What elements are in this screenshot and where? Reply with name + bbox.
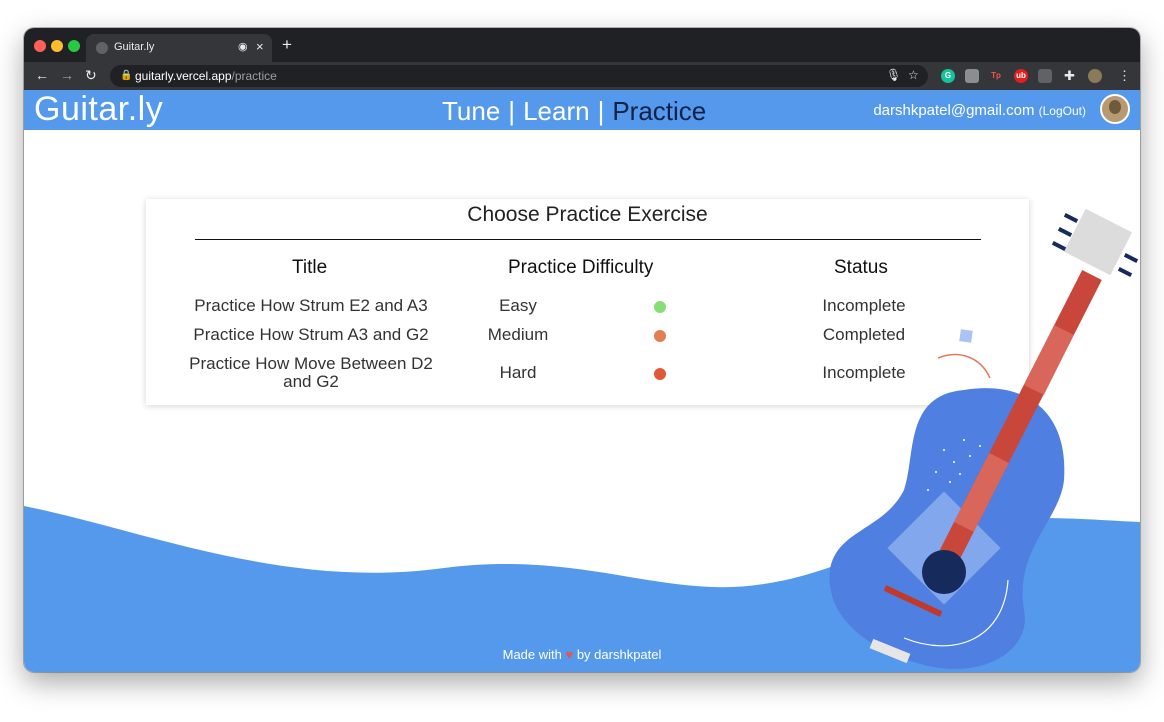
forward-icon[interactable]: → — [60, 67, 74, 83]
page-content: Guitar.ly Tune | Learn | Practice darshkpate… — [24, 90, 1140, 672]
footer-suffix: by darshkpatel — [576, 647, 662, 662]
lock-icon: 🔒 — [120, 70, 133, 81]
new-tab-button[interactable]: + — [282, 36, 292, 53]
bookmark-star-icon[interactable]: ☆ — [908, 68, 919, 82]
extension-box-icon[interactable] — [965, 69, 979, 83]
tab-bar: Guitar.ly ◉ × + — [24, 28, 1140, 62]
extension-copy-icon[interactable] — [1038, 69, 1052, 83]
grammarly-icon[interactable]: G — [941, 69, 955, 83]
address-bar[interactable]: 🔒 guitarly.vercel.app/practice 🎙 ☆ — [110, 65, 928, 87]
zoom-window-button[interactable] — [68, 40, 80, 52]
tp-extension-icon[interactable]: Tp — [989, 69, 1003, 83]
close-window-button[interactable] — [34, 40, 46, 52]
url-text: guitarly.vercel.app/practice — [135, 69, 277, 83]
heart-icon: ♥ — [565, 647, 574, 662]
menu-icon[interactable]: ⋮ — [1118, 68, 1131, 84]
microphone-icon[interactable]: 🎙 — [886, 68, 901, 82]
globe-icon — [96, 42, 108, 54]
floating-arc — [937, 353, 991, 379]
ublock-icon[interactable]: ub — [1014, 69, 1028, 83]
tab-title: Guitar.ly — [114, 41, 155, 53]
guitar-illustration — [829, 208, 1139, 669]
puzzle-icon[interactable]: ✚ — [1064, 68, 1075, 84]
recording-icon: ◉ — [238, 41, 248, 53]
footer: Made with ♥ by darshkpatel — [24, 647, 1140, 662]
reload-icon[interactable]: ↻ — [85, 67, 97, 83]
browser-toolbar: ← → ↻ 🔒 guitarly.vercel.app/practice 🎙 ☆… — [24, 62, 1140, 90]
profile-icon[interactable] — [1088, 69, 1102, 83]
footer-prefix: Made with — [502, 647, 562, 662]
minimize-window-button[interactable] — [51, 40, 63, 52]
browser-tab[interactable]: Guitar.ly ◉ × — [86, 34, 272, 62]
tab-close-button[interactable]: × — [256, 39, 264, 54]
back-icon[interactable]: ← — [35, 67, 49, 83]
browser-window: Guitar.ly ◉ × + ← → ↻ 🔒 guitarly.vercel.… — [24, 28, 1140, 672]
floating-square — [959, 329, 973, 343]
guitar-body — [829, 388, 1065, 669]
